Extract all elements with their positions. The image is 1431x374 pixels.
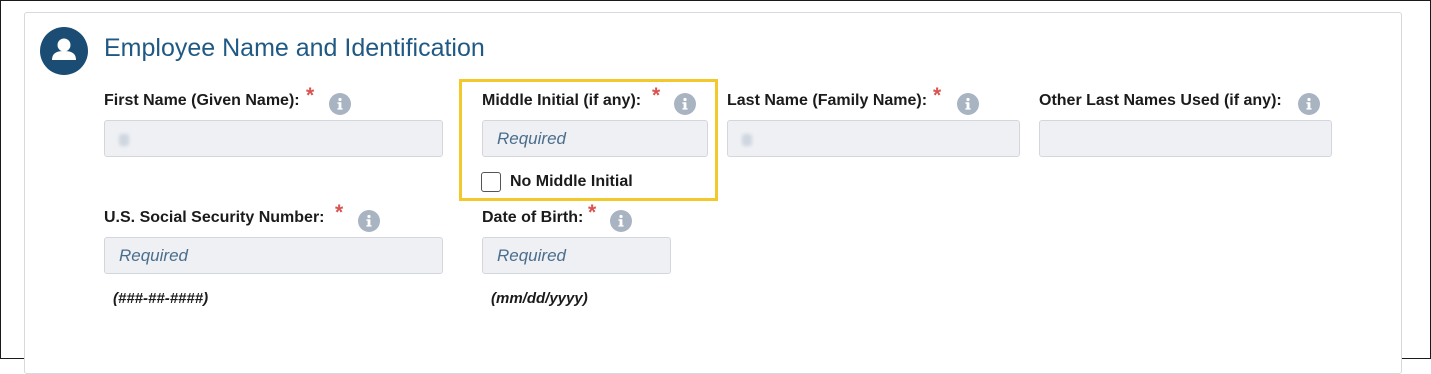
ssn-format-hint: (###-##-####) [113, 290, 209, 307]
info-icon[interactable] [358, 210, 380, 232]
redacted-value [119, 133, 129, 146]
first-name-label: First Name (Given Name): [104, 92, 300, 109]
ssn-label: U.S. Social Security Number: [104, 209, 325, 226]
other-last-names-label: Other Last Names Used (if any): [1039, 92, 1282, 109]
person-icon [40, 27, 88, 75]
last-name-label: Last Name (Family Name): [727, 92, 928, 109]
required-asterisk: * [933, 84, 942, 107]
dob-label: Date of Birth: [482, 209, 584, 226]
last-name-input[interactable] [727, 120, 1020, 157]
required-asterisk: * [306, 84, 315, 107]
dob-input[interactable]: Required [482, 237, 671, 274]
highlight-box [459, 79, 718, 201]
required-asterisk: * [335, 201, 344, 224]
info-icon[interactable] [1298, 93, 1320, 115]
info-icon[interactable] [957, 93, 979, 115]
ssn-input[interactable]: Required [104, 237, 443, 274]
redacted-value [742, 133, 752, 146]
section-title: Employee Name and Identification [104, 34, 485, 62]
other-last-names-input[interactable] [1039, 120, 1332, 157]
info-icon[interactable] [329, 93, 351, 115]
info-icon[interactable] [610, 210, 632, 232]
first-name-input[interactable] [104, 120, 443, 157]
required-asterisk: * [588, 201, 597, 224]
dob-format-hint: (mm/dd/yyyy) [491, 290, 588, 307]
